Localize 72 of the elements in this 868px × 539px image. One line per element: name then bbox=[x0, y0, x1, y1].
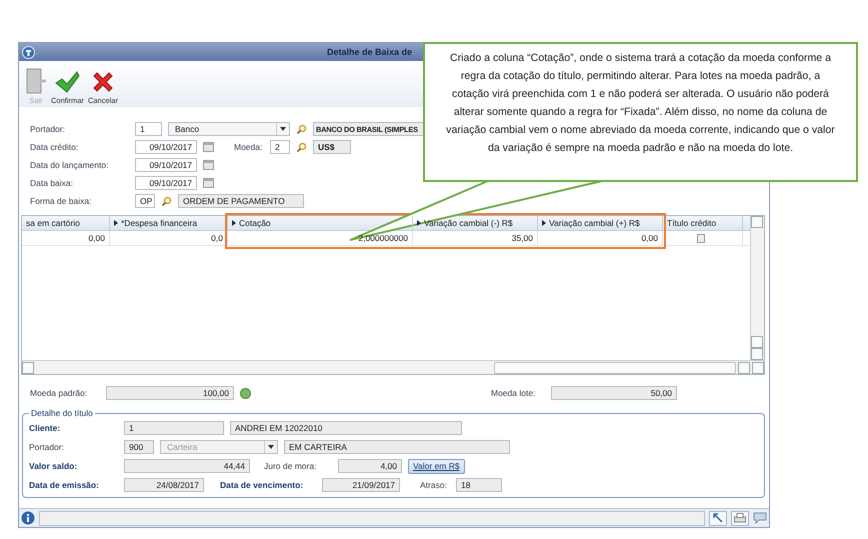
description-field: US$ bbox=[313, 140, 351, 154]
resize-button[interactable] bbox=[709, 510, 727, 526]
checkmark-icon bbox=[54, 70, 80, 94]
column-header[interactable]: Título crédito bbox=[663, 216, 743, 230]
field-label: Data do lançamento: bbox=[30, 160, 110, 170]
convert-button[interactable]: Valor em R$ bbox=[408, 458, 465, 474]
caret-icon bbox=[268, 445, 274, 449]
field-label: Juro de mora: bbox=[264, 461, 318, 471]
print-button[interactable] bbox=[731, 510, 749, 526]
code-field[interactable]: 1 bbox=[135, 122, 162, 136]
field-label: Moeda lote: bbox=[491, 388, 536, 398]
field-label: Portador: bbox=[30, 124, 66, 134]
field-label: Moeda: bbox=[234, 142, 264, 152]
code-field[interactable]: OP bbox=[135, 194, 155, 208]
door-icon bbox=[25, 68, 47, 94]
calendar-icon[interactable] bbox=[203, 142, 214, 152]
date-field: 24/08/2017 bbox=[124, 478, 204, 492]
search-icon[interactable] bbox=[161, 196, 172, 206]
field-label: Moeda padrão: bbox=[30, 388, 88, 398]
amount-field: 50,00 bbox=[551, 386, 677, 400]
coin-icon bbox=[240, 388, 251, 398]
app-logo-icon bbox=[22, 46, 35, 58]
column-header[interactable]: *Despesa financeira bbox=[110, 216, 228, 230]
table-cell: 0,0 bbox=[110, 231, 228, 245]
field-label: Data baixa: bbox=[30, 178, 74, 188]
caret-icon bbox=[280, 127, 286, 131]
calendar-icon[interactable] bbox=[203, 160, 214, 170]
info-icon bbox=[21, 511, 35, 525]
diagonal-arrow-icon bbox=[713, 513, 723, 523]
date-field: 21/09/2017 bbox=[322, 478, 400, 492]
field-label: Portador: bbox=[29, 442, 65, 452]
search-icon[interactable] bbox=[296, 124, 307, 134]
field-label: Valor saldo: bbox=[29, 461, 78, 471]
date-field[interactable]: 09/10/2017 bbox=[135, 158, 197, 172]
chat-icon[interactable] bbox=[753, 512, 767, 524]
sort-arrow-icon bbox=[232, 220, 236, 226]
field-label: Atraso: bbox=[420, 480, 448, 490]
code-field[interactable]: 2 bbox=[270, 140, 290, 154]
table-cell: 0,00 bbox=[538, 231, 663, 245]
description-field: EM CARTEIRA bbox=[284, 440, 510, 454]
sort-arrow-icon bbox=[417, 220, 421, 226]
field-label: Data de emissão: bbox=[29, 480, 100, 490]
group-title: Detalhe do título bbox=[30, 408, 94, 418]
printer-icon bbox=[734, 513, 746, 523]
amount-field: 100,00 bbox=[106, 386, 234, 400]
column-header[interactable]: Variação cambial (+) R$ bbox=[538, 216, 663, 230]
calendar-icon[interactable] bbox=[203, 178, 214, 188]
field-label: Data crédito: bbox=[30, 142, 80, 152]
amount-field: 4,00 bbox=[338, 459, 402, 473]
close-icon bbox=[90, 70, 115, 94]
code-field: 900 bbox=[124, 440, 154, 454]
horizontal-scrollbar[interactable] bbox=[22, 360, 764, 374]
amount-field: 44,44 bbox=[124, 459, 250, 473]
table-cell: 35,00 bbox=[413, 231, 538, 245]
type-dropdown[interactable]: Banco bbox=[168, 122, 290, 136]
field-label: Data de vencimento: bbox=[220, 480, 304, 490]
vertical-scrollbar[interactable] bbox=[750, 216, 764, 360]
field-label: Forma de baixa: bbox=[30, 196, 92, 206]
table-cell: 0,00 bbox=[22, 231, 110, 245]
description-field: ORDEM DE PAGAMENTO bbox=[178, 194, 304, 208]
sort-arrow-icon bbox=[542, 220, 546, 226]
window-title: Detalhe de Baixa de bbox=[327, 47, 412, 57]
sort-arrow-icon bbox=[114, 220, 118, 226]
field-label: Cliente: bbox=[29, 423, 62, 433]
document-icon[interactable] bbox=[696, 234, 704, 242]
date-field[interactable]: 09/10/2017 bbox=[135, 176, 197, 190]
days-field: 18 bbox=[456, 478, 502, 492]
name-field: ANDREI EM 12022010 bbox=[230, 421, 462, 435]
date-field[interactable]: 09/10/2017 bbox=[135, 140, 197, 154]
column-header[interactable]: sa em cartório bbox=[22, 216, 110, 230]
search-icon[interactable] bbox=[296, 142, 307, 152]
code-field: 1 bbox=[124, 421, 224, 435]
